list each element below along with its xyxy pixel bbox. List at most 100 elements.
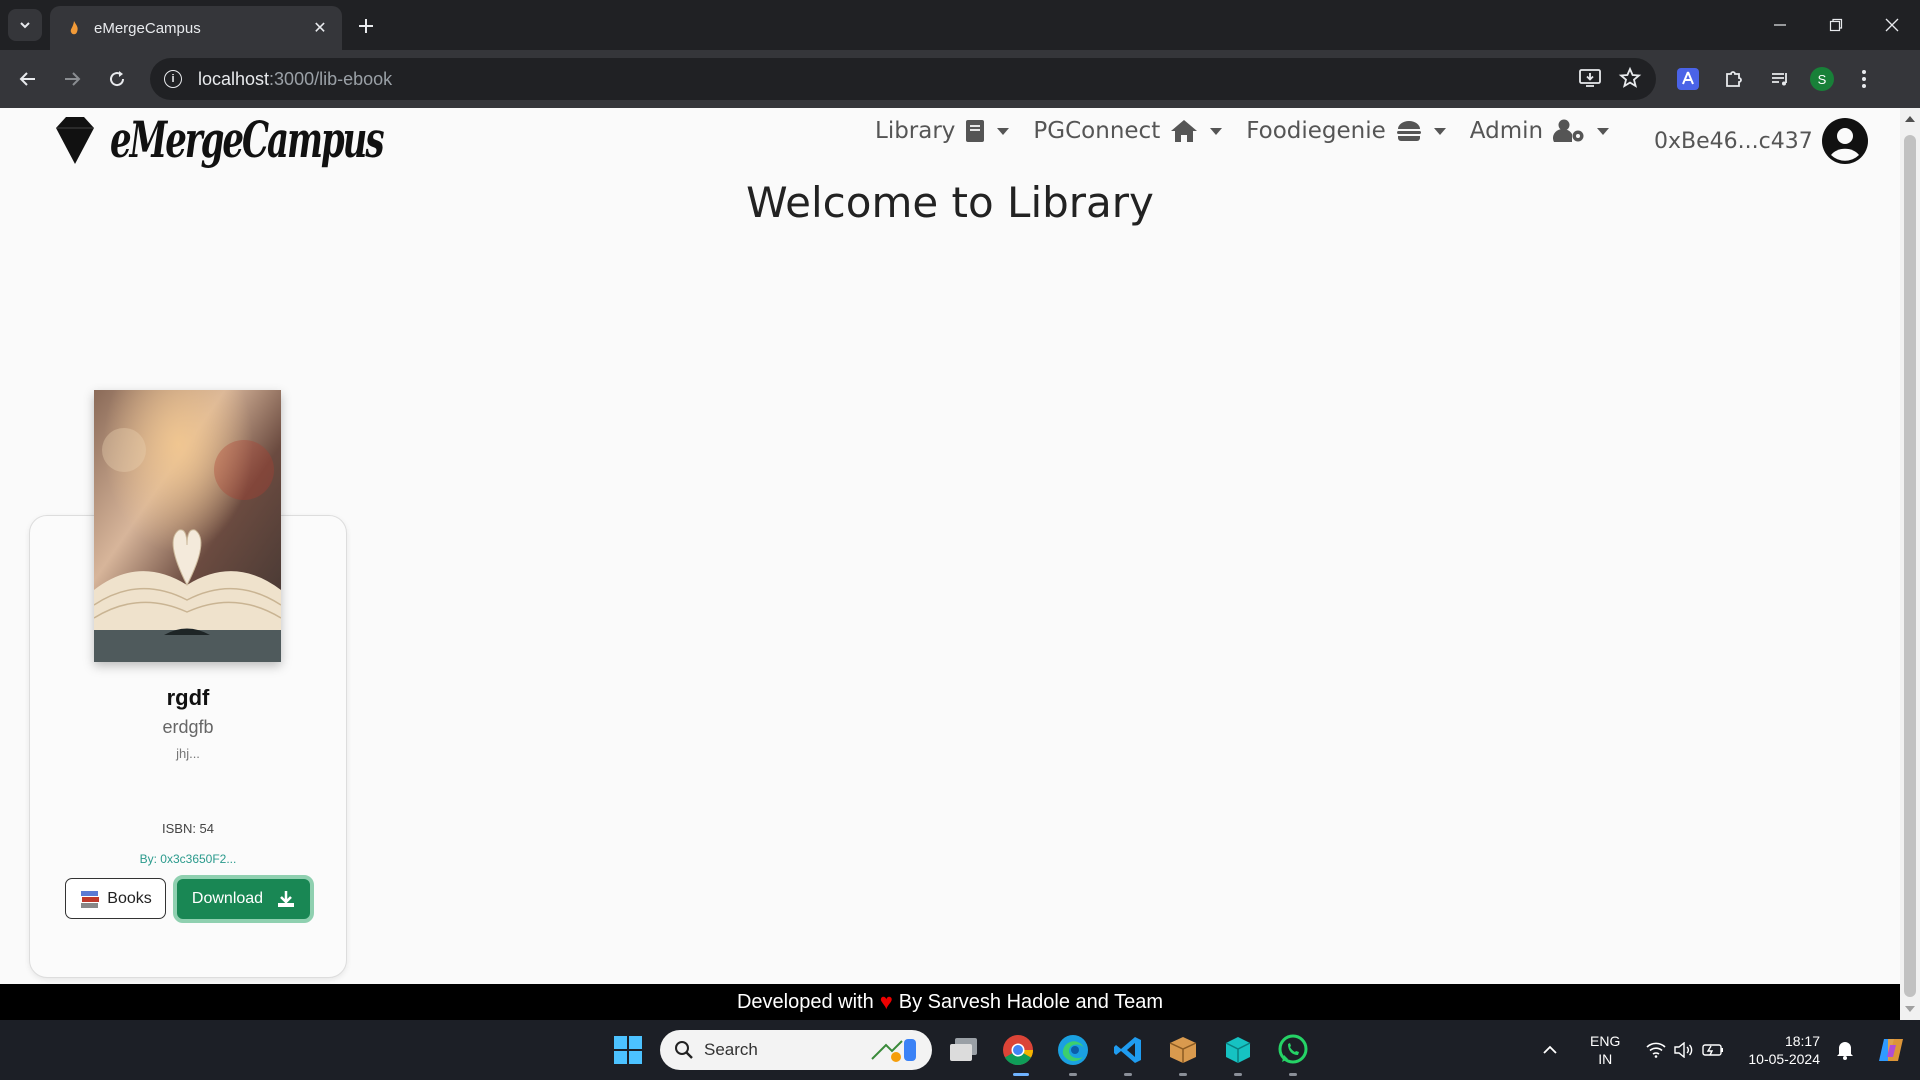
copilot-icon[interactable] [1876, 1035, 1906, 1065]
taskbar-edge[interactable] [1055, 1032, 1091, 1068]
home-icon [1171, 120, 1198, 142]
taskbar-package-app[interactable] [1165, 1032, 1201, 1068]
clock-time: 18:17 [1784, 1033, 1820, 1049]
taskbar-cube-app[interactable] [1220, 1032, 1256, 1068]
extension-button[interactable] [1672, 63, 1704, 95]
heart-icon: ♥ [879, 989, 893, 1014]
nav-admin-label: Admin [1469, 118, 1544, 144]
language-code: ENG [1590, 1033, 1621, 1049]
arrow-right-icon [65, 72, 81, 86]
chevron-up-icon[interactable] [1542, 1044, 1558, 1056]
page-title: Welcome to Library [746, 178, 1154, 227]
book-uploader[interactable]: By: 0x3c3650F2... [29, 852, 347, 866]
media-controls-button[interactable] [1764, 63, 1796, 95]
reload-button[interactable] [101, 63, 133, 95]
book-author: erdgfb [162, 717, 214, 737]
app-indicator [1124, 1073, 1132, 1076]
burger-icon [1396, 121, 1421, 141]
nav-library-dropdown[interactable]: Library [875, 118, 1010, 144]
wifi-icon[interactable] [1646, 1042, 1666, 1058]
app-indicator [1179, 1073, 1187, 1076]
package-box-icon [1169, 1037, 1197, 1063]
restore-button[interactable] [1808, 0, 1864, 50]
nav-foodiegenie-dropdown[interactable]: Foodiegenie [1246, 118, 1446, 144]
book-icon [966, 120, 985, 142]
minimize-icon [1774, 24, 1786, 26]
puzzle-icon [1726, 71, 1742, 87]
new-tab-button[interactable] [352, 12, 380, 40]
book-title: rgdf [166, 685, 210, 710]
app-indicator [1289, 1073, 1297, 1076]
clock[interactable]: 18:17 10-05-2024 [1748, 1032, 1820, 1068]
caret-down-icon [997, 127, 1010, 135]
nav-pgconnect-dropdown[interactable]: PGConnect [1033, 118, 1223, 144]
close-window-button[interactable] [1864, 0, 1920, 50]
nav-admin-dropdown[interactable]: Admin [1469, 118, 1610, 144]
address-bar-actions [1578, 66, 1642, 90]
tab-search-button[interactable] [8, 9, 42, 41]
taskbar-whatsapp[interactable] [1275, 1032, 1311, 1068]
download-button[interactable]: Download [173, 875, 314, 923]
browser-menu-button[interactable] [1848, 63, 1880, 95]
book-cover-image[interactable] [94, 390, 281, 662]
taskbar-vscode[interactable] [1110, 1032, 1146, 1068]
language-indicator[interactable]: ENG IN [1590, 1032, 1620, 1068]
user-gear-icon [1553, 119, 1584, 142]
download-button-label: Download [191, 890, 264, 907]
scroll-down-arrow-icon[interactable] [1905, 1006, 1915, 1012]
notification-bell-icon[interactable] [1836, 1040, 1854, 1060]
windows-logo-icon [614, 1036, 642, 1064]
windows-taskbar: Search ENG IN 18:17 10-05-2024 [0, 1020, 1920, 1080]
scroll-up-arrow-icon[interactable] [1905, 116, 1915, 122]
edge-icon [1058, 1035, 1088, 1065]
start-button[interactable] [610, 1032, 646, 1068]
app-indicator [1069, 1073, 1077, 1076]
footer-prefix: Developed with [736, 990, 874, 1013]
caret-down-icon [1597, 127, 1610, 135]
arrow-left-icon [19, 72, 35, 86]
install-app-icon[interactable] [1578, 66, 1602, 90]
nav-library-label: Library [875, 118, 956, 144]
address-bar[interactable]: i localhost:3000/lib-ebook [150, 58, 1656, 100]
caret-down-icon [1433, 127, 1446, 135]
taskbar-chrome[interactable] [1000, 1032, 1036, 1068]
site-info-icon[interactable]: i [164, 70, 182, 88]
close-tab-icon[interactable]: ✕ [310, 18, 330, 38]
chrome-icon [1003, 1035, 1033, 1066]
browser-toolbar: i localhost:3000/lib-ebook S [0, 50, 1920, 108]
bookmark-star-icon[interactable] [1618, 66, 1642, 90]
wallet-account[interactable]: 0xBe46...c437 [1654, 117, 1869, 165]
forward-button[interactable] [56, 63, 88, 95]
wallet-address: 0xBe46...c437 [1654, 128, 1813, 154]
scrollbar-thumb[interactable] [1904, 135, 1916, 997]
book-description: jhj... [176, 746, 200, 761]
nav-pgconnect-label: PGConnect [1033, 118, 1161, 144]
task-view-button[interactable] [946, 1032, 982, 1068]
volume-icon[interactable] [1674, 1042, 1694, 1058]
extensions-area: S [1672, 63, 1880, 95]
chevron-down-icon [20, 22, 30, 29]
books-category-button[interactable]: Books [65, 878, 166, 919]
footer-credit: By Sarvesh Hadole and Team [898, 990, 1164, 1013]
url-path: :3000/lib-ebook [269, 68, 393, 89]
site-logo[interactable]: eMergeCampus [54, 110, 511, 169]
restore-icon [1829, 18, 1843, 32]
region-code: IN [1598, 1051, 1613, 1067]
plus-icon [359, 19, 373, 33]
taskbar-search[interactable]: Search [660, 1030, 932, 1070]
app-indicator [1234, 1073, 1242, 1076]
reload-icon [110, 71, 125, 87]
minimize-button[interactable] [1752, 0, 1808, 50]
url-host: localhost [198, 68, 270, 89]
profile-avatar[interactable]: S [1810, 67, 1834, 91]
extension-app-icon [1677, 68, 1699, 90]
battery-icon[interactable] [1702, 1043, 1724, 1057]
extensions-button[interactable] [1718, 63, 1750, 95]
favicon-icon [70, 21, 78, 35]
system-tray: ENG IN 18:17 10-05-2024 [1542, 1020, 1920, 1080]
search-icon [675, 1041, 693, 1059]
back-button[interactable] [12, 63, 44, 95]
search-highlight-icon [871, 1039, 916, 1062]
book-isbn: ISBN: 54 [161, 821, 215, 836]
browser-tab[interactable]: eMergeCampus ✕ [50, 6, 342, 50]
